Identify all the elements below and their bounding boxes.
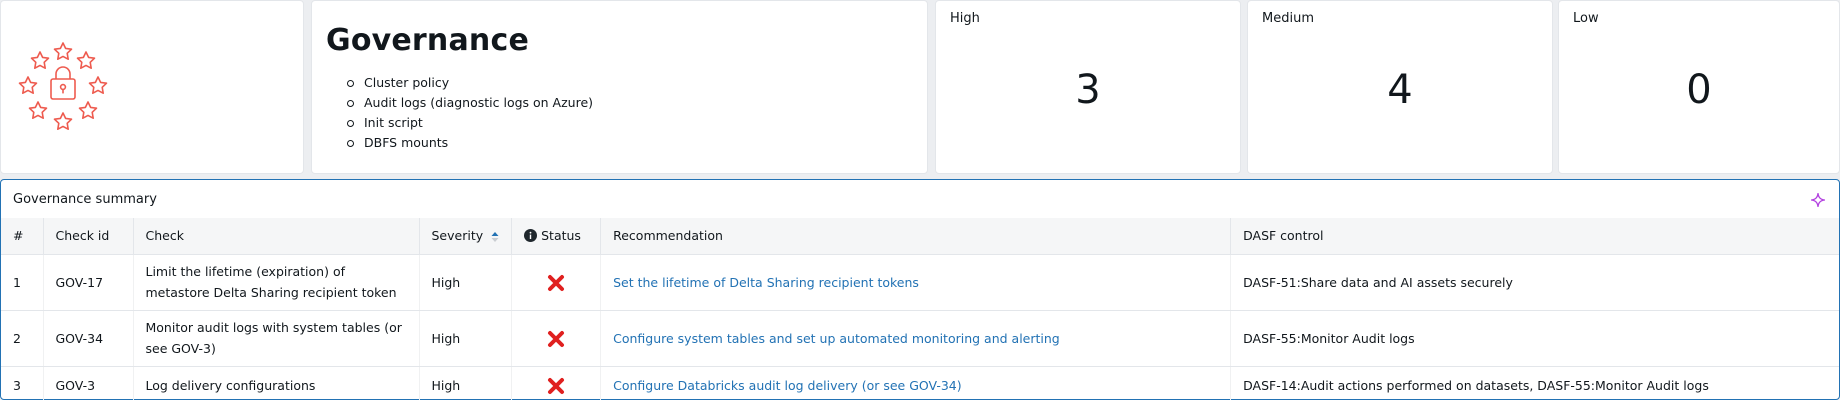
row-check-id: GOV-34 — [43, 310, 134, 367]
metric-value-low: 0 — [1686, 67, 1712, 113]
metric-label-low: Low — [1573, 11, 1599, 26]
status-header-label: Status — [541, 228, 581, 244]
column-header-check[interactable]: Check — [133, 218, 420, 255]
list-item: DBFS mounts — [326, 133, 913, 153]
sparkle-icon[interactable] — [1811, 193, 1825, 207]
column-header-num[interactable]: # — [1, 218, 44, 255]
metric-value-high: 3 — [1075, 67, 1101, 113]
recommendation-link[interactable]: Configure Databricks audit log delivery … — [613, 378, 962, 393]
row-status — [511, 366, 602, 400]
column-header-check-id[interactable]: Check id — [43, 218, 134, 255]
governance-summary-panel: Governance summary # Check id Check Seve… — [0, 179, 1840, 400]
column-header-dasf-control[interactable]: DASF control — [1230, 218, 1839, 255]
row-num: 1 — [1, 254, 44, 311]
row-status — [511, 254, 602, 311]
list-item: Cluster policy — [326, 73, 913, 93]
row-check-id: GOV-3 — [43, 366, 134, 400]
row-check: Monitor audit logs with system tables (o… — [133, 310, 420, 367]
sort-ascending-icon[interactable] — [491, 231, 499, 243]
severity-header-label: Severity — [431, 228, 484, 244]
lock-stars-icon — [18, 42, 108, 130]
table-row: 2 GOV-34 Monitor audit logs with system … — [1, 310, 1839, 367]
row-dasf-control: DASF-51:Share data and AI assets securel… — [1230, 254, 1839, 311]
column-header-severity[interactable]: Severity — [419, 218, 513, 255]
column-header-status[interactable]: Status — [511, 218, 602, 255]
x-mark-icon — [548, 331, 565, 347]
metric-card-medium: Medium 4 — [1247, 0, 1553, 174]
table-row: 3 GOV-3 Log delivery configurations High… — [1, 366, 1839, 400]
recommendation-link[interactable]: Set the lifetime of Delta Sharing recipi… — [613, 275, 919, 290]
row-num: 3 — [1, 366, 44, 400]
x-mark-icon — [548, 275, 565, 291]
table-row: 1 GOV-17 Limit the lifetime (expiration)… — [1, 254, 1839, 311]
row-check: Limit the lifetime (expiration) of metas… — [133, 254, 420, 311]
metric-value-medium: 4 — [1387, 67, 1413, 113]
row-status — [511, 310, 602, 367]
row-recommendation: Configure system tables and set up autom… — [600, 310, 1232, 367]
row-severity: High — [419, 366, 513, 400]
row-check-id: GOV-17 — [43, 254, 134, 311]
metric-label-high: High — [950, 11, 980, 26]
row-severity: High — [419, 254, 513, 311]
row-recommendation: Set the lifetime of Delta Sharing recipi… — [600, 254, 1232, 311]
row-check: Log delivery configurations — [133, 366, 420, 400]
row-recommendation: Configure Databricks audit log delivery … — [600, 366, 1232, 400]
governance-topics-list: Cluster policy Audit logs (diagnostic lo… — [326, 73, 913, 153]
dashboard-page: Governance Cluster policy Audit logs (di… — [0, 0, 1840, 400]
info-icon[interactable] — [524, 229, 538, 243]
list-item: Audit logs (diagnostic logs on Azure) — [326, 93, 913, 113]
row-num: 2 — [1, 310, 44, 367]
page-title: Governance — [326, 23, 530, 58]
governance-overview-card: Governance Cluster policy Audit logs (di… — [311, 0, 928, 174]
metric-card-high: High 3 — [935, 0, 1241, 174]
row-severity: High — [419, 310, 513, 367]
row-dasf-control: DASF-55:Monitor Audit logs — [1230, 310, 1839, 367]
column-header-recommendation[interactable]: Recommendation — [600, 218, 1232, 255]
recommendation-link[interactable]: Configure system tables and set up autom… — [613, 331, 1060, 346]
table-title: Governance summary — [13, 192, 157, 207]
governance-summary-table: # Check id Check Severity Status Recomme… — [1, 218, 1839, 400]
logo-card — [0, 0, 304, 174]
x-mark-icon — [548, 378, 565, 394]
table-header-row: # Check id Check Severity Status Recomme… — [1, 218, 1839, 255]
list-item: Init script — [326, 113, 913, 133]
metric-card-low: Low 0 — [1558, 0, 1840, 174]
row-dasf-control: DASF-14:Audit actions performed on datas… — [1230, 366, 1839, 400]
metric-label-medium: Medium — [1262, 11, 1314, 26]
